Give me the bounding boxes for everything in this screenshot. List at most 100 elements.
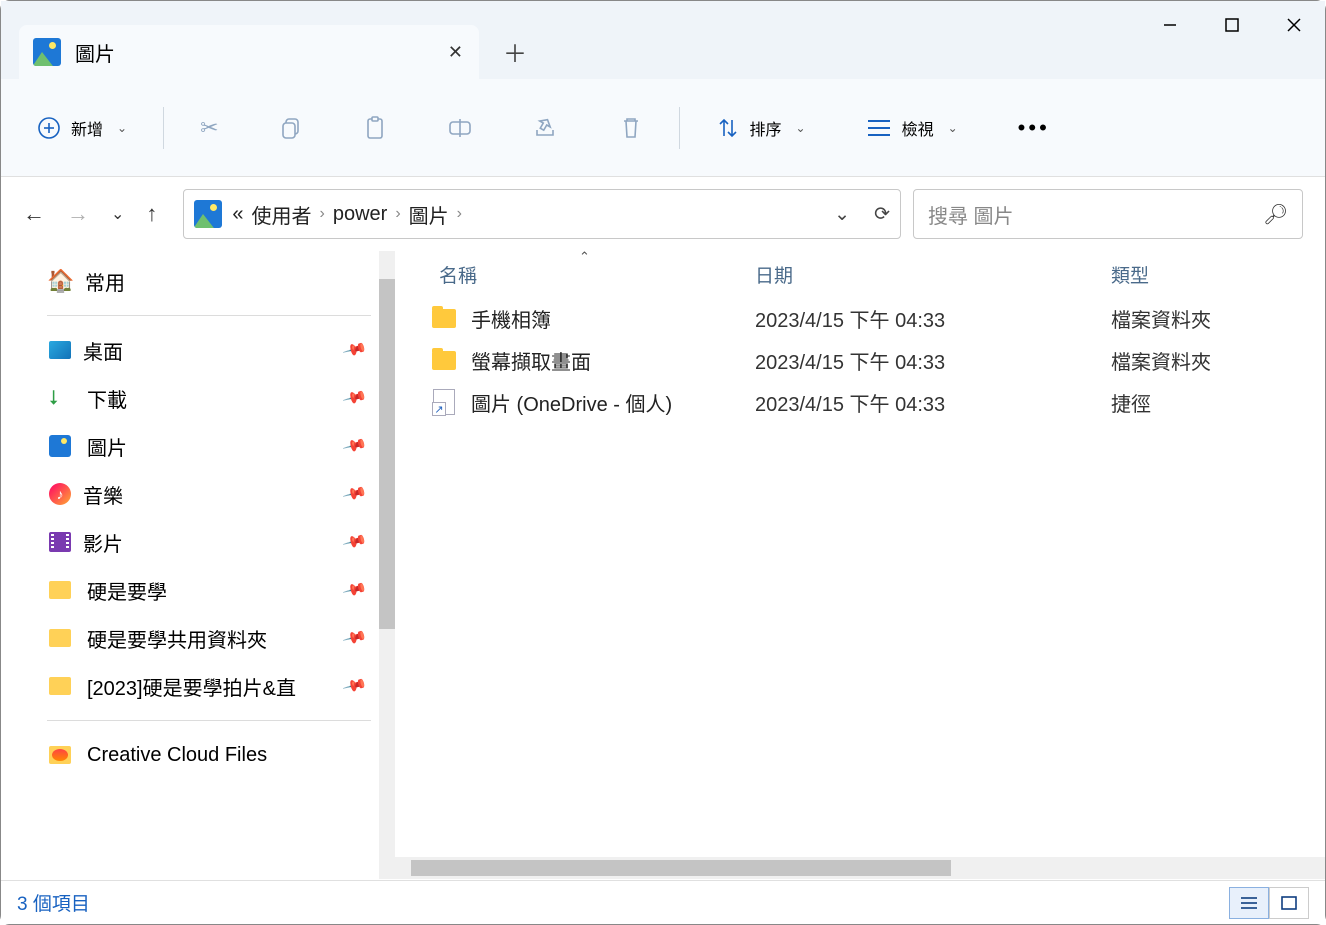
file-row[interactable]: 螢幕擷取畫面 2023/4/15 下午 04:33 檔案資料夾 [429,339,1325,381]
column-header-name[interactable]: ⌃ 名稱 [429,261,755,288]
sort-button[interactable]: 排序 ⌄ [704,106,818,150]
toolbar: 新增 ⌄ ✂ 排序 ⌄ 檢視 ⌄ ••• [1,79,1325,177]
file-name: 螢幕擷取畫面 [471,346,755,375]
breadcrumb-segment[interactable]: 使用者 [252,200,312,229]
sort-icon [716,116,740,140]
sidebar-item-downloads[interactable]: ⭣ 下載 📌 [1,374,395,422]
sidebar: 🏠 常用 桌面 📌 ⭣ 下載 📌 圖片 📌 ♪ 音樂 📌 影片 📌 [1,251,395,879]
pin-icon[interactable]: 📌 [341,576,368,603]
sidebar-item-folder[interactable]: 硬是要學共用資料夾 📌 [1,614,395,662]
column-header-type[interactable]: 類型 [1111,261,1271,288]
recent-dropdown[interactable]: ⌄ [111,204,124,224]
pin-icon[interactable]: 📌 [341,480,368,507]
shortcut-icon [429,389,459,415]
sidebar-item-label: 圖片 [87,432,127,461]
sidebar-item-desktop[interactable]: 桌面 📌 [1,326,395,374]
content: ⌃ 名稱 日期 類型 手機相簿 2023/4/15 下午 04:33 檔案資料夾… [395,251,1325,879]
pictures-icon [49,435,75,457]
sort-button-label: 排序 [750,116,782,140]
sidebar-item-music[interactable]: ♪ 音樂 📌 [1,470,395,518]
chevron-down-icon: ⌄ [796,121,806,135]
sidebar-item-pictures[interactable]: 圖片 📌 [1,422,395,470]
file-date: 2023/4/15 下午 04:33 [755,346,1111,375]
view-button[interactable]: 檢視 ⌄ [854,106,970,150]
folder-icon [49,581,75,599]
folder-icon [429,309,459,328]
search-input[interactable]: 搜尋 圖片 🔍︎ [913,189,1303,239]
refresh-button[interactable]: ⟳ [874,203,890,226]
home-icon: 🏠 [47,268,73,294]
paste-button[interactable] [351,105,399,151]
nav-arrows: ← → ⌄ ↑ [23,201,171,227]
breadcrumb-segment[interactable]: 圖片 [409,200,449,229]
copy-button[interactable] [267,106,315,150]
address-bar[interactable]: « 使用者 › power › 圖片 › ⌄ ⟳ [183,189,901,239]
folder-icon [49,746,75,764]
pin-icon[interactable]: 📌 [341,384,368,411]
details-view-button[interactable] [1229,887,1269,919]
view-list-icon [866,118,892,138]
chevron-right-icon: › [457,205,462,223]
file-row[interactable]: 手機相簿 2023/4/15 下午 04:33 檔案資料夾 [429,297,1325,339]
toolbar-separator [163,107,164,149]
more-button[interactable]: ••• [1006,105,1062,151]
breadcrumb-segment[interactable]: power [333,203,387,226]
sort-indicator-icon: ⌃ [579,249,590,265]
column-header-date[interactable]: 日期 [755,261,1111,288]
file-date: 2023/4/15 下午 04:33 [755,304,1111,333]
rename-icon [447,116,473,140]
chevron-down-icon: ⌄ [948,121,958,135]
new-button[interactable]: 新增 ⌄ [25,106,139,150]
file-name: 手機相簿 [471,304,755,333]
file-row[interactable]: 圖片 (OneDrive - 個人) 2023/4/15 下午 04:33 捷徑 [429,381,1325,423]
tab-active[interactable]: 圖片 ✕ [19,25,479,79]
sidebar-item-creative-cloud[interactable]: Creative Cloud Files [1,731,395,779]
music-icon: ♪ [49,483,71,505]
copy-icon [279,116,303,140]
pin-icon[interactable]: 📌 [341,432,368,459]
back-button[interactable]: ← [23,201,45,227]
sidebar-item-label: 桌面 [83,336,123,365]
pin-icon[interactable]: 📌 [341,624,368,651]
video-icon [49,532,71,552]
forward-button[interactable]: → [67,201,89,227]
tab-title: 圖片 [75,38,115,67]
sidebar-item-home[interactable]: 🏠 常用 [1,257,395,305]
search-icon[interactable]: 🔍︎ [1263,202,1288,227]
thumbnails-view-button[interactable] [1269,887,1309,919]
minimize-button[interactable] [1139,1,1201,49]
more-icon: ••• [1018,115,1050,141]
cut-button[interactable]: ✂ [188,105,230,151]
rename-button[interactable] [435,106,485,150]
pin-icon[interactable]: 📌 [341,528,368,555]
close-tab-icon[interactable]: ✕ [448,42,463,63]
close-window-button[interactable] [1263,1,1325,49]
sidebar-item-label: 音樂 [83,480,123,509]
folder-icon [429,351,459,370]
sidebar-item-folder[interactable]: 硬是要學 📌 [1,566,395,614]
scissors-icon: ✂ [200,115,218,141]
new-tab-button[interactable]: ＋ [491,27,539,75]
search-placeholder: 搜尋 圖片 [928,200,1014,229]
sidebar-item-label: [2023]硬是要學拍片&直 [87,672,296,701]
view-toggles [1229,887,1309,919]
delete-button[interactable] [607,105,655,151]
address-dropdown[interactable]: ⌄ [834,203,850,226]
horizontal-scrollbar-thumb[interactable] [411,860,951,876]
breadcrumb-ellipsis[interactable]: « [232,203,243,226]
sidebar-item-folder[interactable]: [2023]硬是要學拍片&直 📌 [1,662,395,710]
sidebar-divider [47,315,371,316]
sidebar-item-videos[interactable]: 影片 📌 [1,518,395,566]
horizontal-scrollbar[interactable] [395,857,1325,879]
pin-icon[interactable]: 📌 [341,336,368,363]
pin-icon[interactable]: 📌 [341,672,368,699]
clipboard-icon [363,115,387,141]
file-type: 檔案資料夾 [1111,346,1211,375]
file-type: 捷徑 [1111,388,1151,417]
maximize-button[interactable] [1201,1,1263,49]
new-button-label: 新增 [71,116,103,140]
up-button[interactable]: ↑ [146,201,157,227]
share-button[interactable] [521,106,571,150]
trash-icon [619,115,643,141]
plus-circle-icon [37,116,61,140]
